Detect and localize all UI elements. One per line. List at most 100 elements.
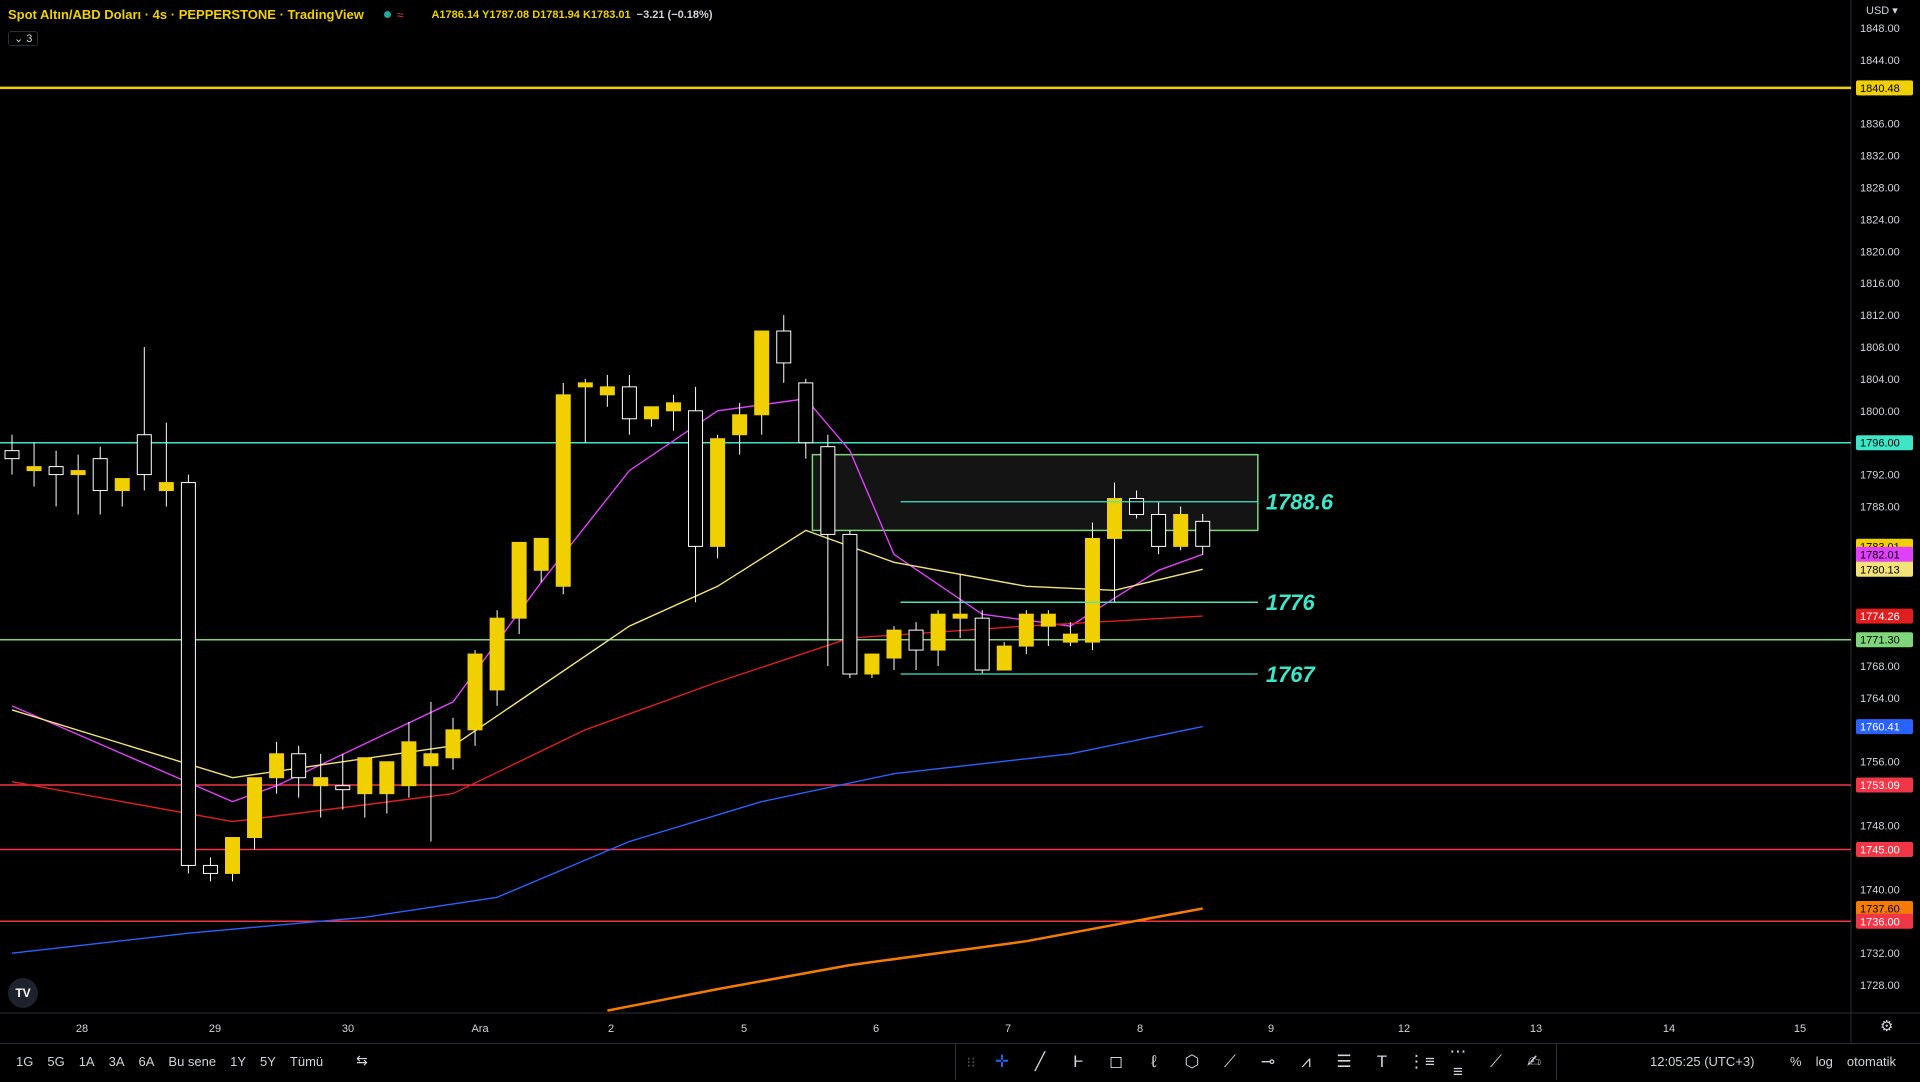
candle-body-13 (291, 753, 307, 779)
ohlc-text: A1786.14 Y1787.08 D1781.94 K1783.01 (431, 8, 631, 21)
change-text: −3.21 (−0.18%) (636, 8, 713, 21)
range-5[interactable]: Bu sene (168, 1054, 216, 1069)
range-1[interactable]: 5G (47, 1054, 64, 1069)
time-tick-4: 2 (608, 1023, 614, 1035)
drawing-tool-8-icon[interactable]: ⊸ (1256, 1052, 1280, 1072)
candle-body-26 (577, 382, 593, 388)
currency-selector[interactable]: USD ▾ (1866, 4, 1898, 17)
time-tick-3: Ara (471, 1023, 489, 1035)
chart-canvas[interactable]: 1788.6177617671848.001844.001840.001836.… (0, 0, 1920, 1079)
price-tick-14: 1792.00 (1860, 470, 1900, 482)
drawing-tool-7-icon[interactable]: ⟋ (1218, 1052, 1242, 1072)
candle-body-30 (666, 402, 681, 412)
clock[interactable]: 12:05:25 (UTC+3) (1650, 1054, 1754, 1069)
candle-body-9 (202, 864, 218, 874)
candle-body-50 (1107, 498, 1122, 539)
price-label-7: 1760.41 (1860, 722, 1900, 734)
candle-body-42 (930, 613, 946, 651)
price-tick-7: 1820.00 (1860, 246, 1900, 258)
candle-body-41 (908, 629, 924, 651)
currency-label: USD (1866, 5, 1890, 17)
candle-body-1 (26, 466, 42, 472)
price-tick-23: 1756.00 (1860, 757, 1900, 769)
price-tick-1: 1844.00 (1860, 55, 1900, 67)
candle-body-8 (180, 482, 196, 866)
price-tick-21: 1764.00 (1860, 693, 1900, 705)
drawing-tool-4-icon[interactable]: ◻ (1104, 1052, 1128, 1072)
candle-body-28 (621, 386, 637, 420)
price-tick-3: 1836.00 (1860, 119, 1900, 131)
candle-body-3 (70, 470, 86, 476)
price-label-8: 1753.09 (1860, 780, 1900, 792)
range-3[interactable]: 3A (109, 1054, 125, 1069)
range-6[interactable]: 1Y (230, 1054, 246, 1069)
candle-body-17 (379, 761, 395, 795)
candle-body-37 (820, 446, 836, 535)
candle-body-25 (555, 394, 571, 587)
drawing-tool-11-icon[interactable]: T (1370, 1052, 1394, 1072)
price-tick-30: 1728.00 (1860, 980, 1900, 992)
drawing-tool-5-icon[interactable]: ℓ (1142, 1052, 1166, 1072)
candle-body-52 (1151, 513, 1167, 547)
candle-body-31 (688, 410, 704, 547)
range-7[interactable]: 5Y (260, 1054, 276, 1069)
candle-body-22 (489, 617, 505, 691)
drawing-tool-9-icon[interactable]: ⩘ (1294, 1052, 1318, 1072)
time-tick-13: 15 (1794, 1023, 1806, 1035)
candle-body-10 (225, 837, 240, 874)
candle-body-45 (996, 645, 1012, 671)
time-tick-6: 6 (873, 1023, 879, 1035)
indicator-toggle-button[interactable]: ⌄ 3 (8, 31, 39, 46)
price-label-11: 1736.00 (1860, 916, 1900, 928)
scale-option-0[interactable]: % (1790, 1054, 1802, 1069)
candle-body-54 (1195, 520, 1211, 547)
price-label-10: 1737.60 (1860, 904, 1900, 916)
candle-body-35 (776, 330, 792, 364)
range-4[interactable]: 6A (139, 1054, 155, 1069)
drawing-tool-14-icon[interactable]: ⟋ (1484, 1052, 1508, 1072)
price-label-0: 1840.48 (1860, 83, 1900, 95)
candle-body-21 (467, 653, 483, 731)
range-0[interactable]: 1G (16, 1054, 33, 1069)
data-feed-icon: ≈ (396, 7, 404, 22)
drawing-tool-13-icon[interactable]: ⋯≡ (1446, 1042, 1470, 1082)
candle-body-19 (423, 753, 439, 767)
drawing-tool-15-icon[interactable]: ✍ (1522, 1052, 1546, 1072)
price-tick-27: 1740.00 (1860, 884, 1900, 896)
compare-icon[interactable]: ⇆ (356, 1052, 368, 1069)
drawing-tool-3-icon[interactable]: Ⱶ (1066, 1052, 1090, 1072)
time-tick-11: 13 (1530, 1023, 1542, 1035)
candle-body-12 (269, 753, 285, 779)
price-tick-9: 1812.00 (1860, 310, 1900, 322)
scale-option-1[interactable]: log (1816, 1054, 1833, 1069)
scale-option-2[interactable]: otomatik (1847, 1054, 1896, 1069)
candle-body-5 (114, 478, 130, 492)
candle-body-27 (599, 386, 615, 396)
symbol-title[interactable]: Spot Altın/ABD Doları · 4s · PEPPERSTONE… (8, 7, 364, 22)
price-tick-12: 1800.00 (1860, 406, 1900, 418)
candle-body-36 (798, 382, 814, 444)
drawing-tool-6-icon[interactable]: ⬡ (1180, 1052, 1204, 1072)
drawing-tool-10-icon[interactable]: ☰ (1332, 1052, 1356, 1072)
candle-body-29 (643, 406, 659, 420)
settings-gear-icon[interactable]: ⚙ (1880, 1017, 1893, 1035)
candle-body-51 (1129, 498, 1145, 515)
range-8[interactable]: Tümü (290, 1054, 323, 1069)
market-status-icon (383, 11, 391, 18)
candle-body-53 (1173, 513, 1189, 547)
time-tick-7: 7 (1005, 1023, 1011, 1035)
drawing-tool-1-icon[interactable]: ✛ (990, 1052, 1014, 1072)
candle-body-34 (754, 330, 770, 416)
price-tick-4: 1832.00 (1860, 151, 1900, 163)
range-2[interactable]: 1A (79, 1054, 95, 1069)
time-tick-0: 28 (76, 1023, 88, 1035)
candle-body-38 (842, 533, 858, 675)
price-tick-5: 1828.00 (1860, 182, 1900, 194)
candle-body-44 (974, 617, 990, 671)
time-tick-10: 12 (1398, 1023, 1410, 1035)
drawing-tool-2-icon[interactable]: ╱ (1028, 1052, 1052, 1072)
candle-body-23 (511, 541, 527, 619)
candle-body-2 (48, 466, 64, 476)
price-tick-0: 1848.00 (1860, 23, 1900, 35)
drawing-tool-12-icon[interactable]: ⋮≡ (1408, 1052, 1435, 1072)
